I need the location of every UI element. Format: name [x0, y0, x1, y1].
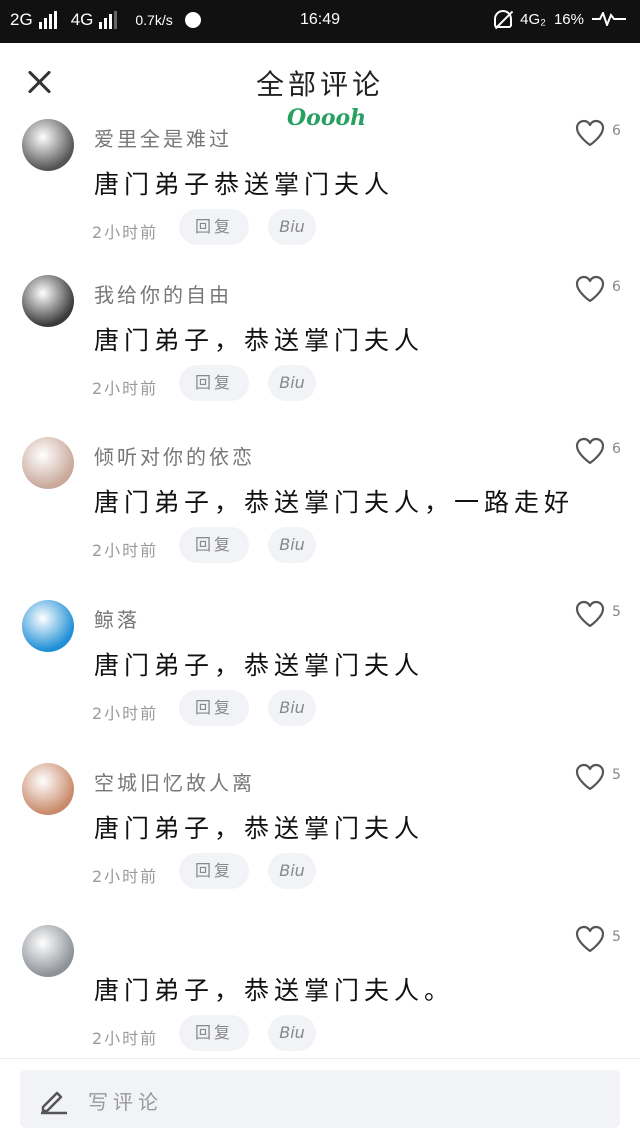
- heart-icon[interactable]: [574, 763, 606, 791]
- header: 全部评论 Ooooh: [0, 43, 640, 131]
- reply-button[interactable]: 回复: [179, 365, 249, 401]
- pencil-icon: [41, 1091, 67, 1115]
- like-count: 5: [612, 604, 621, 620]
- comment-item[interactable]: 爱里全是难过 6 唐门弟子恭送掌门夫人 2小时前 回复 Biu: [0, 119, 640, 282]
- comment-username[interactable]: 倾听对你的依恋: [94, 441, 255, 470]
- biu-button[interactable]: Biu: [268, 209, 316, 245]
- avatar[interactable]: [22, 925, 74, 977]
- reply-button[interactable]: 回复: [179, 527, 249, 563]
- heart-icon[interactable]: [574, 437, 606, 465]
- biu-button[interactable]: Biu: [268, 527, 316, 563]
- status-bar: 2G 4G 0.7k/s 16:49 4G₂ 16%: [0, 0, 640, 43]
- like-count: 5: [612, 767, 621, 783]
- avatar[interactable]: [22, 763, 74, 815]
- avatar[interactable]: [22, 119, 74, 171]
- comment-input[interactable]: 写评论: [20, 1070, 620, 1128]
- reply-button[interactable]: 回复: [179, 209, 249, 245]
- reply-button[interactable]: 回复: [179, 1015, 249, 1051]
- like-count: 6: [612, 123, 621, 139]
- comment-time: 2小时前: [92, 704, 159, 723]
- comment-item[interactable]: 我给你的自由 6 唐门弟子，恭送掌门夫人 2小时前 回复 Biu: [0, 275, 640, 438]
- reply-button[interactable]: 回复: [179, 690, 249, 726]
- heart-icon[interactable]: [574, 925, 606, 953]
- avatar[interactable]: [22, 600, 74, 652]
- network-type-3: 4G₂: [520, 10, 546, 28]
- battery-level: 16%: [553, 10, 584, 28]
- comment-username[interactable]: 鲸落: [94, 604, 140, 633]
- heart-icon[interactable]: [574, 119, 606, 147]
- comment-time: 2小时前: [92, 1029, 159, 1048]
- like-count: 6: [612, 441, 621, 457]
- heart-icon[interactable]: [574, 600, 606, 628]
- comment-username[interactable]: 我给你的自由: [94, 279, 232, 308]
- divider: [0, 1058, 640, 1059]
- page-title: 全部评论: [255, 68, 384, 101]
- reply-button[interactable]: 回复: [179, 853, 249, 889]
- comment-item[interactable]: 空城旧忆故人离 5 唐门弟子，恭送掌门夫人 2小时前 回复 Biu: [0, 763, 640, 926]
- comment-username[interactable]: 空城旧忆故人离: [94, 767, 255, 796]
- mute-icon: [494, 10, 513, 28]
- biu-button[interactable]: Biu: [268, 853, 316, 889]
- comment-item[interactable]: 5 唐门弟子，恭送掌门夫人。 2小时前 回复 Biu: [0, 925, 640, 1059]
- comment-content: 唐门弟子，恭送掌门夫人: [94, 651, 425, 680]
- comment-item[interactable]: 倾听对你的依恋 6 唐门弟子，恭送掌门夫人，一路走好 2小时前 回复 Biu: [0, 437, 640, 600]
- comment-content: 唐门弟子，恭送掌门夫人: [94, 326, 425, 355]
- heart-icon[interactable]: [574, 275, 606, 303]
- comment-time: 2小时前: [92, 379, 159, 398]
- comment-time: 2小时前: [92, 541, 159, 560]
- biu-button[interactable]: Biu: [268, 1015, 316, 1051]
- comment-content: 唐门弟子，恭送掌门夫人，一路走好: [94, 488, 575, 517]
- comment-list[interactable]: 爱里全是难过 6 唐门弟子恭送掌门夫人 2小时前 回复 Biu 我给你的自由 6 唐门弟子，恭送…: [0, 119, 640, 1059]
- comment-time: 2小时前: [92, 223, 159, 242]
- comment-content: 唐门弟子，恭送掌门夫人。: [94, 976, 455, 1005]
- comment-content: 唐门弟子恭送掌门夫人: [94, 170, 395, 199]
- avatar[interactable]: [22, 275, 74, 327]
- like-count: 5: [612, 929, 621, 945]
- comment-content: 唐门弟子，恭送掌门夫人: [94, 814, 425, 843]
- biu-button[interactable]: Biu: [268, 690, 316, 726]
- comment-time: 2小时前: [92, 867, 159, 886]
- battery-pulse-icon: [592, 12, 626, 26]
- avatar[interactable]: [22, 437, 74, 489]
- status-right: 4G₂ 16%: [494, 10, 626, 28]
- comment-item[interactable]: 鲸落 5 唐门弟子，恭送掌门夫人 2小时前 回复 Biu: [0, 600, 640, 763]
- comment-username[interactable]: 爱里全是难过: [94, 123, 232, 152]
- like-count: 6: [612, 279, 621, 295]
- biu-button[interactable]: Biu: [268, 365, 316, 401]
- comment-input-placeholder: 写评论: [88, 1090, 163, 1114]
